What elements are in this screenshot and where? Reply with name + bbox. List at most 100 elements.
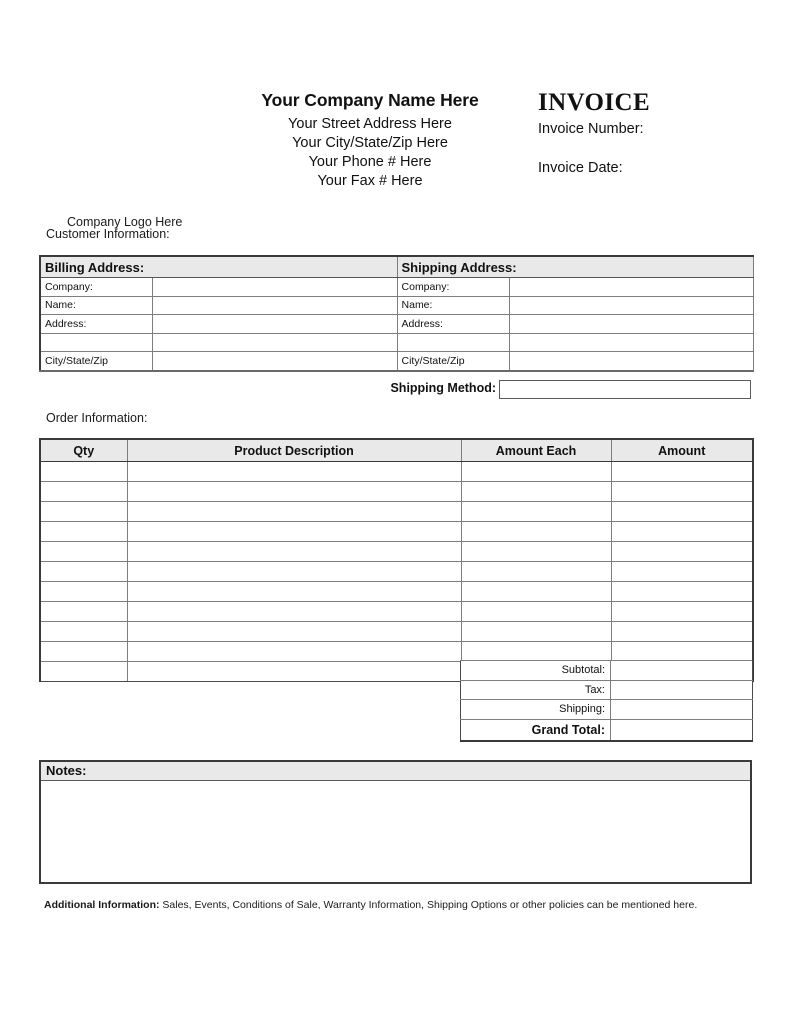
additional-information-label: Additional Information: (44, 899, 160, 911)
cell-qty[interactable] (39, 541, 128, 562)
cell-qty[interactable] (39, 481, 128, 502)
table-row: City/State/Zip City/State/Zip (39, 351, 754, 372)
column-header-amount-each: Amount Each (460, 438, 612, 462)
cell-qty[interactable] (39, 581, 128, 602)
billing-city-state-zip-label: City/State/Zip (39, 351, 153, 372)
cell-amount-each[interactable] (460, 621, 612, 642)
table-row (39, 541, 754, 562)
table-row: Name: Name: (39, 295, 754, 316)
billing-name-label: Name: (39, 295, 153, 316)
tax-label: Tax: (460, 679, 611, 700)
shipping-method-label: Shipping Method: (390, 381, 496, 395)
billing-address-field[interactable] (151, 314, 398, 334)
additional-information: Additional Information: Sales, Events, C… (44, 899, 744, 913)
cell-description[interactable] (126, 521, 462, 542)
cell-description[interactable] (126, 501, 462, 522)
cell-description[interactable] (126, 601, 462, 622)
column-header-amount: Amount (610, 438, 754, 462)
cell-amount[interactable] (610, 521, 754, 542)
subtotal-label: Subtotal: (460, 660, 611, 681)
cell-amount-each[interactable] (460, 561, 612, 582)
shipping-company-label: Company: (396, 277, 510, 297)
cell-description[interactable] (126, 581, 462, 602)
cell-amount-each[interactable] (460, 601, 612, 622)
billing-address-line2-label (39, 332, 153, 353)
invoice-number-label: Invoice Number: (538, 121, 644, 138)
shipping-company-field[interactable] (508, 277, 754, 297)
shipping-value[interactable] (610, 699, 753, 720)
billing-company-label: Company: (39, 277, 153, 297)
table-row (39, 501, 754, 522)
cell-description[interactable] (126, 661, 462, 682)
cell-amount[interactable] (610, 501, 754, 522)
grand-total-label: Grand Total: (460, 718, 611, 742)
shipping-address-line2-field[interactable] (508, 332, 754, 353)
grand-total-value[interactable] (610, 718, 753, 742)
cell-qty[interactable] (39, 601, 128, 622)
cell-amount-each[interactable] (460, 581, 612, 602)
customer-information-label: Customer Information: (46, 227, 170, 241)
billing-city-state-zip-field[interactable] (151, 351, 398, 372)
table-row (39, 641, 754, 662)
cell-qty[interactable] (39, 641, 128, 662)
cell-amount[interactable] (610, 581, 754, 602)
cell-description[interactable] (126, 621, 462, 642)
cell-description[interactable] (126, 641, 462, 662)
cell-amount[interactable] (610, 601, 754, 622)
notes-header: Notes: (41, 762, 750, 781)
cell-amount-each[interactable] (460, 521, 612, 542)
shipping-address-field[interactable] (508, 314, 754, 334)
tax-value[interactable] (610, 679, 753, 700)
table-row (39, 481, 754, 502)
cell-description[interactable] (126, 541, 462, 562)
cell-qty[interactable] (39, 501, 128, 522)
invoice-meta-block: INVOICE Invoice Number: Invoice Date: (538, 89, 752, 178)
cell-description[interactable] (126, 561, 462, 582)
cell-amount-each[interactable] (460, 541, 612, 562)
cell-amount[interactable] (610, 481, 754, 502)
cell-qty[interactable] (39, 621, 128, 642)
table-row: Company: Company: (39, 277, 754, 297)
cell-amount-each[interactable] (460, 501, 612, 522)
invoice-header: Company Logo Here Your Company Name Here… (40, 89, 752, 229)
totals-row-tax: Tax: (460, 679, 753, 700)
cell-qty[interactable] (39, 561, 128, 582)
totals-row-subtotal: Subtotal: (460, 660, 753, 681)
column-header-product-description: Product Description (126, 438, 462, 462)
cell-description[interactable] (126, 461, 462, 482)
cell-amount[interactable] (610, 621, 754, 642)
shipping-name-field[interactable] (508, 295, 754, 316)
company-phone: Your Phone # Here (308, 153, 432, 170)
cell-qty[interactable] (39, 521, 128, 542)
billing-company-field[interactable] (151, 277, 398, 297)
billing-address-line2-field[interactable] (151, 332, 398, 353)
shipping-label: Shipping: (460, 699, 611, 720)
additional-information-text: Sales, Events, Conditions of Sale, Warra… (159, 899, 698, 911)
cell-amount-each[interactable] (460, 461, 612, 482)
billing-address-header: Billing Address: (38, 255, 398, 278)
shipping-city-state-zip-field[interactable] (508, 351, 754, 372)
cell-amount[interactable] (610, 461, 754, 482)
company-name: Your Company Name Here (261, 90, 479, 110)
totals-table: Subtotal: Tax: Shipping: Grand Total: (460, 660, 753, 742)
notes-input[interactable] (41, 781, 750, 882)
invoice-date-label: Invoice Date: (538, 160, 623, 177)
shipping-address-line2-label (396, 332, 510, 353)
billing-address-label: Address: (39, 314, 153, 334)
cell-amount[interactable] (610, 641, 754, 662)
order-table-header-row: Qty Product Description Amount Each Amou… (39, 438, 754, 462)
cell-amount-each[interactable] (460, 641, 612, 662)
subtotal-value[interactable] (610, 660, 753, 681)
shipping-method-input[interactable] (499, 380, 751, 399)
cell-description[interactable] (126, 481, 462, 502)
column-header-qty: Qty (39, 438, 128, 462)
cell-qty[interactable] (39, 661, 128, 682)
cell-amount[interactable] (610, 541, 754, 562)
cell-amount[interactable] (610, 561, 754, 582)
cell-qty[interactable] (39, 461, 128, 482)
shipping-address-label: Address: (396, 314, 510, 334)
cell-amount-each[interactable] (460, 481, 612, 502)
billing-name-field[interactable] (151, 295, 398, 316)
shipping-name-label: Name: (396, 295, 510, 316)
table-row (39, 601, 754, 622)
